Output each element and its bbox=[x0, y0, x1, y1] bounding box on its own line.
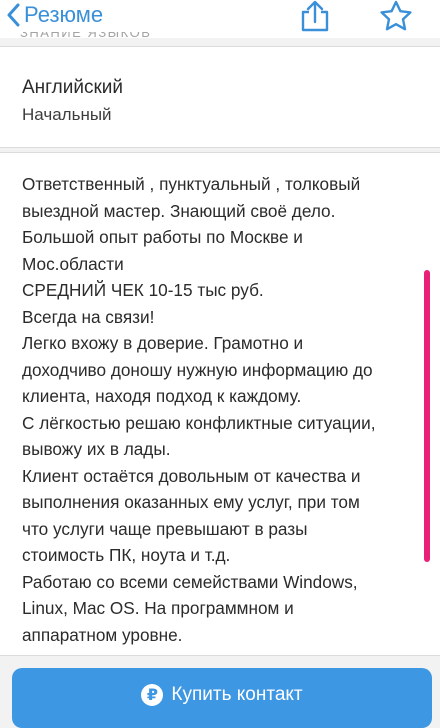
about-line: аппаратном уровне. bbox=[22, 624, 183, 645]
about-text: Ответственный , пунктуальный , толковый … bbox=[22, 171, 432, 648]
back-button[interactable]: Резюме bbox=[6, 0, 103, 30]
about-line: СРЕДНИЙ ЧЕК 10-15 тыс руб. bbox=[22, 280, 264, 300]
buy-contact-label: Купить контакт bbox=[171, 684, 303, 705]
about-line: Linux, Mac OS. На программном и bbox=[22, 598, 294, 618]
buy-contact-content: ₽ Купить контакт bbox=[141, 684, 303, 706]
highlight-mark bbox=[424, 270, 430, 562]
back-label: Резюме bbox=[24, 2, 104, 27]
about-line: Всегда на связи! bbox=[22, 306, 155, 327]
about-line: стоимость ПК, ноута и т.д. bbox=[22, 545, 231, 565]
chevron-left-icon bbox=[6, 3, 20, 27]
about-line: Большой опыт работы по Москве и bbox=[22, 227, 303, 247]
about-line: Ответственный , пунктуальный , толковый bbox=[22, 174, 361, 194]
section-header-label: ЗНАНИЕ ЯЗЫКОВ bbox=[20, 32, 152, 40]
about-line: Работаю со всеми семействами Windows, bbox=[22, 571, 358, 592]
about-line: доходчиво доношу нужную информацию до bbox=[22, 359, 373, 380]
ruble-icon: ₽ bbox=[141, 684, 164, 706]
about-line: С лёгкостью решаю конфликтные ситуации, bbox=[22, 412, 376, 433]
about-line: Легко вхожу в доверие. Грамотно и bbox=[22, 333, 304, 353]
language-level: Начальный bbox=[22, 105, 112, 124]
about-card: Ответственный , пунктуальный , толковый … bbox=[0, 152, 440, 656]
about-line: выполнения оказанных ему услуг, при том bbox=[22, 492, 360, 512]
about-line: клиента, находя подход к каждому. bbox=[22, 386, 302, 406]
about-line: вывожу их в лады. bbox=[22, 439, 171, 459]
about-line: Клиент остаётся довольным от качества и bbox=[22, 465, 361, 486]
buy-contact-button[interactable]: ₽ Купить контакт bbox=[12, 668, 432, 728]
about-line: что услуги чаще превышают в разы bbox=[22, 518, 308, 539]
about-line: выездной мастер. Знающий своё дело. bbox=[22, 200, 336, 221]
section-header: ЗНАНИЕ ЯЗЫКОВ bbox=[20, 32, 320, 44]
star-icon[interactable] bbox=[378, 0, 414, 37]
about-line: Мос.области bbox=[22, 253, 124, 274]
language-card: Английский Начальный bbox=[0, 46, 440, 148]
language-name: Английский bbox=[22, 77, 124, 98]
